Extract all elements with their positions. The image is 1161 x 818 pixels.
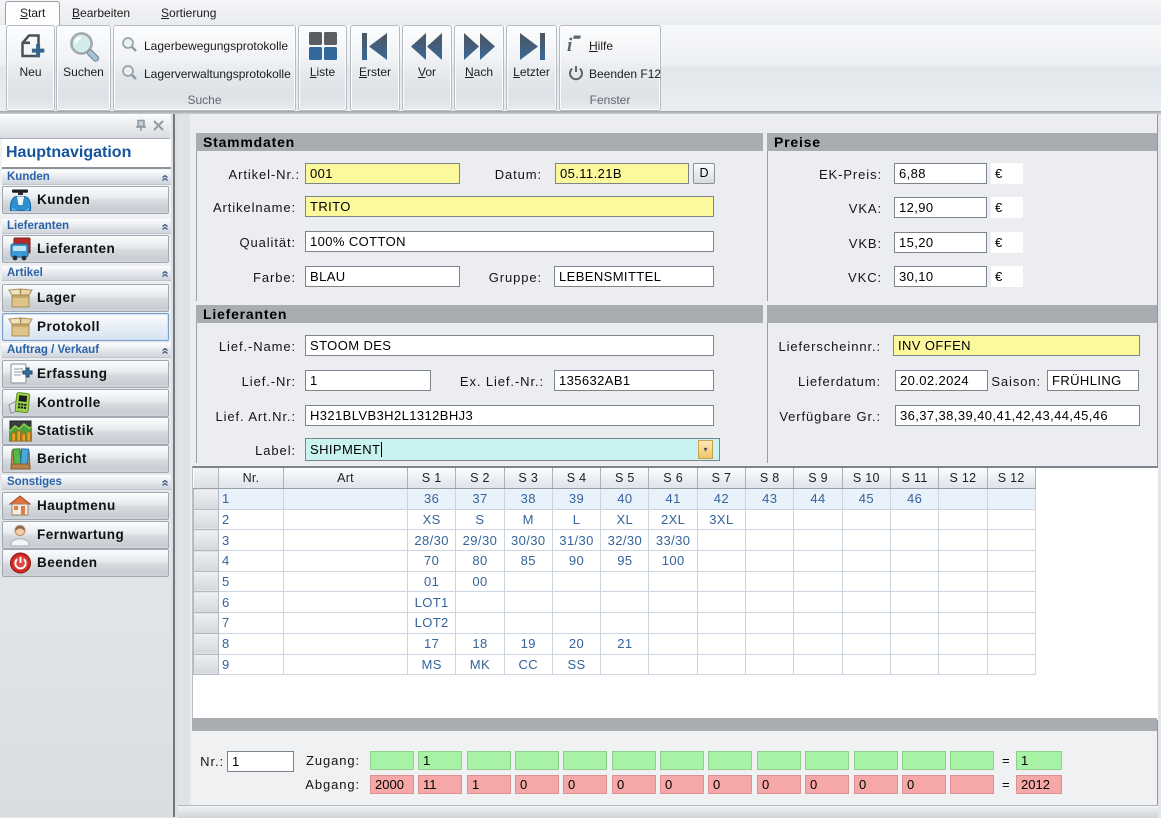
svg-text:i: i (567, 35, 573, 55)
